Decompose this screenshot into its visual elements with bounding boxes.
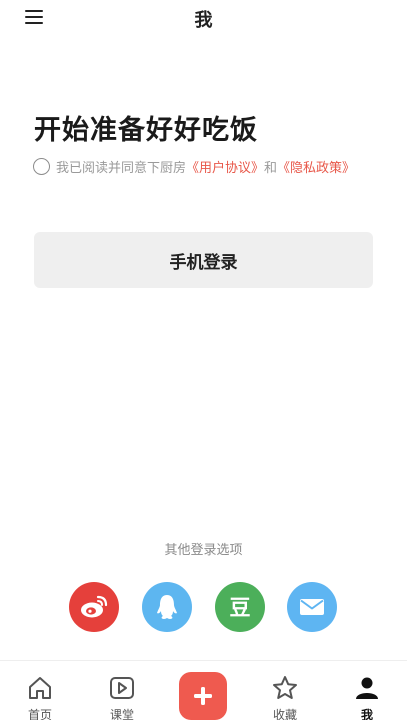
page-title: 我 [194,10,213,31]
play-icon [110,677,134,699]
home-icon [29,677,51,699]
tab-me-label: 我 [360,708,373,720]
tab-home[interactable]: 首页 [10,661,70,720]
agreement-row: 我已阅读并同意下厨房 《用户协议》 和 《隐私政策》 [33,156,355,176]
phone-login-button[interactable]: 手机登录 [34,232,373,288]
create-plus-button[interactable] [179,672,227,720]
privacy-policy-link[interactable]: 《隐私政策》 [277,157,355,176]
tab-favorites[interactable]: 收藏 [255,661,315,720]
douban-login-button[interactable]: 豆 [215,582,265,632]
agreement-prefix: 我已阅读并同意下厨房 [56,160,187,176]
tab-classroom[interactable]: 课堂 [92,661,152,720]
email-login-button[interactable] [287,582,337,632]
person-icon [356,677,378,699]
weibo-login-button[interactable] [69,582,119,632]
qq-penguin-icon [157,595,177,619]
other-login-title: 其他登录选项 [164,543,243,558]
mail-icon [300,599,324,615]
user-agreement-link[interactable]: 《用户协议》 [186,157,264,176]
douban-icon: 豆 [229,596,251,620]
agreement-checkbox[interactable] [33,157,50,175]
star-icon [273,676,297,699]
tab-favorites-label: 收藏 [272,708,297,720]
top-bar: 我 [0,0,407,38]
qq-login-button[interactable] [142,582,192,632]
tab-classroom-label: 课堂 [109,708,134,720]
plus-icon [194,687,212,705]
headline: 开始准备好好吃饭 [34,115,258,146]
agreement-conjunction: 和 [264,160,278,176]
tab-me[interactable]: 我 [337,661,397,720]
tab-home-label: 首页 [27,708,52,720]
weibo-icon [81,595,108,618]
